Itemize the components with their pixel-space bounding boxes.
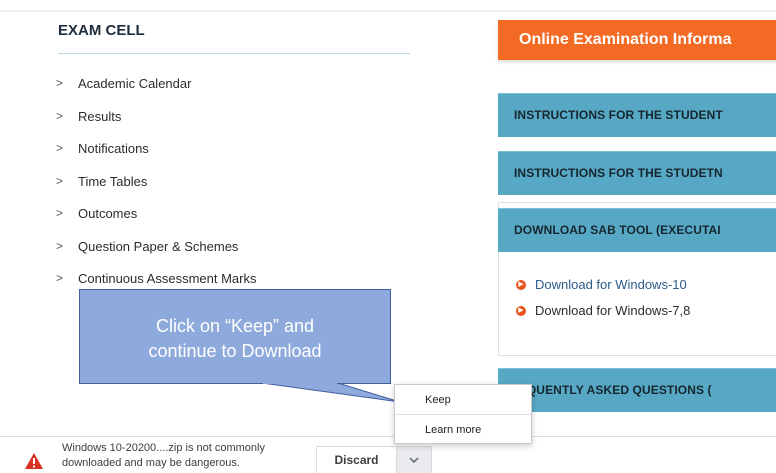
circle-arrow-icon: ▶ [516, 305, 526, 316]
sidebar-item-academic-calendar[interactable]: > Academic Calendar [56, 76, 256, 109]
sidebar-item-label: Results [78, 108, 122, 124]
sidebar-item-question-papers[interactable]: > Question Paper & Schemes [56, 239, 256, 272]
warning-line-2: downloaded and may be dangerous. [62, 457, 240, 469]
instructions-bar-2[interactable]: INSTRUCTIONS FOR THE STUDETN [498, 151, 776, 195]
sidebar-item-label: Time Tables [78, 173, 148, 189]
sidebar-item-time-tables[interactable]: > Time Tables [56, 174, 256, 207]
sidebar-item-label: Academic Calendar [78, 76, 192, 91]
sidebar-item-label: Notifications [78, 141, 149, 156]
bar-label: REQUENTLY ASKED QUESTIONS ( [510, 383, 712, 397]
bar-label: DOWNLOAD SAB TOOL (EXECUTAI [514, 223, 721, 237]
chevron-right-icon: > [56, 76, 64, 90]
warning-triangle-icon [25, 453, 43, 469]
menu-item-keep[interactable]: Keep [395, 387, 531, 413]
download-link-label: Download for Windows-7,8 [535, 303, 691, 318]
download-link-label: Download for Windows-10 [535, 277, 687, 292]
callout-line-1: Click on “Keep” and [155, 316, 315, 336]
top-divider [0, 0, 776, 12]
sidebar-item-label: Outcomes [78, 206, 138, 221]
circle-arrow-icon: ▶ [516, 279, 526, 290]
callout-text: Click on “Keep” and continue to Download [79, 314, 391, 364]
online-exam-banner: Online Examination Informa [498, 20, 776, 60]
download-windows-7-8-link[interactable]: ▶ Download for Windows-7,8 [516, 303, 690, 318]
instructions-bar-1[interactable]: INSTRUCTIONS FOR THE STUDENT [498, 93, 776, 137]
chevron-right-icon: > [56, 173, 64, 188]
download-options-button[interactable] [396, 446, 432, 473]
banner-title: Online Examination Informa [519, 31, 732, 48]
download-windows-10-link[interactable]: ▶ Download for Windows-10 [516, 277, 687, 292]
menu-item-learn-more[interactable]: Learn more [395, 417, 531, 443]
chevron-right-icon: > [56, 108, 64, 123]
menu-divider [395, 414, 531, 415]
chevron-right-icon: > [56, 141, 64, 155]
sidebar-title: EXAM CELL [58, 22, 145, 39]
faq-bar[interactable]: REQUENTLY ASKED QUESTIONS ( [498, 368, 776, 412]
download-warning-message: Windows 10-20200....zip is not commonly … [62, 441, 312, 471]
discard-button[interactable]: Discard [316, 446, 396, 473]
chevron-right-icon: > [56, 271, 64, 285]
sidebar-item-outcomes[interactable]: > Outcomes [56, 206, 256, 239]
download-shelf: Windows 10-20200....zip is not commonly … [0, 436, 776, 473]
instruction-callout: Click on “Keep” and continue to Download [79, 289, 391, 384]
page: EXAM CELL > Academic Calendar > Results > N… [0, 0, 776, 473]
chevron-down-icon [409, 457, 419, 464]
download-sab-tool-bar[interactable]: DOWNLOAD SAB TOOL (EXECUTAI [498, 208, 776, 252]
sidebar-item-results[interactable]: > Results [56, 109, 256, 142]
chevron-right-icon: > [56, 206, 64, 220]
sidebar-item-label: Question Paper & Schemes [78, 238, 239, 254]
sidebar-menu: > Academic Calendar > Results > Notificatio… [56, 76, 256, 304]
download-options-menu: Keep Learn more [394, 384, 532, 444]
bar-label: INSTRUCTIONS FOR THE STUDETN [514, 166, 723, 180]
callout-line-2: continue to Download [148, 341, 322, 361]
warning-line-1: Windows 10-20200....zip is not commonly [62, 442, 265, 454]
chevron-right-icon: > [56, 238, 64, 253]
sidebar-item-notifications[interactable]: > Notifications [56, 141, 256, 174]
sidebar-item-label: Continuous Assessment Marks [78, 271, 257, 286]
bar-label: INSTRUCTIONS FOR THE STUDENT [514, 108, 723, 122]
sidebar-title-divider [58, 53, 410, 54]
